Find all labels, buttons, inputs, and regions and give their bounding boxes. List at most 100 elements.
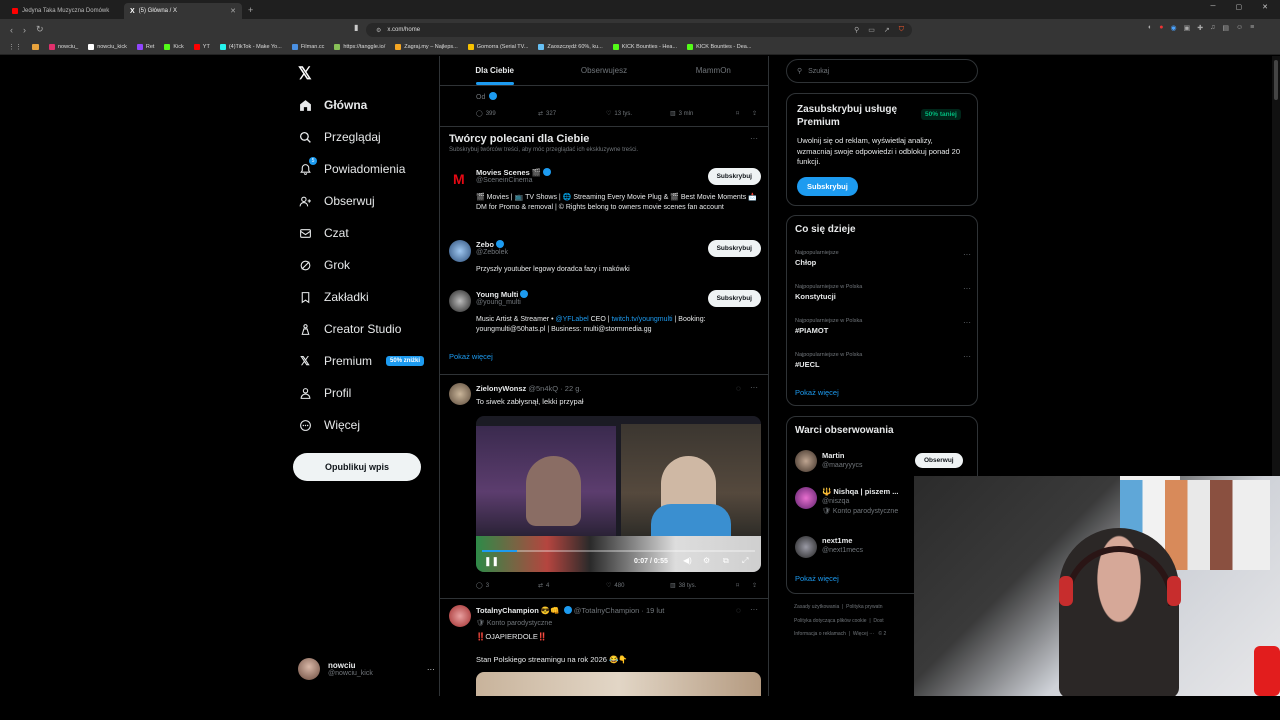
tab-for-you[interactable]: Dla Ciebie [440,56,549,85]
post-time[interactable]: · 19 lut [641,606,664,615]
footer-link[interactable]: Informacja o reklamach [794,631,846,637]
music-icon[interactable]: ♫ [1210,24,1215,32]
close-tab-icon[interactable]: ✕ [230,7,236,15]
share-button[interactable]: ⇪ [752,110,757,117]
trend-item[interactable]: Najpopularniejsze w Polska #PIAMOT ··· [795,318,971,335]
nav-item-premium[interactable]: 𝕏 Premium 50% zniżki [298,354,425,368]
follow-button[interactable]: Obserwuj [915,453,963,468]
nav-item-chat[interactable]: Czat [298,226,349,240]
share-button[interactable]: ⇪ [752,582,757,589]
bookmark-item[interactable]: Ret [136,44,154,50]
extension-icon[interactable]: ▣ [1184,24,1191,32]
footer-link[interactable]: Dost [873,618,883,624]
nav-item-more[interactable]: Więcej [298,418,360,432]
creators-more-icon[interactable]: ··· [750,134,758,143]
footer-link[interactable]: Zasady użytkowania [794,604,839,610]
reload-icon[interactable]: ↻ [36,24,44,35]
share-icon[interactable]: ↗ [884,26,890,34]
repost-button[interactable]: ⇄ 4 [538,582,606,590]
account-more-icon[interactable]: ··· [427,665,435,674]
search-input[interactable]: ⚲ Szukaj [786,59,978,83]
nav-item-explore[interactable]: Przeglądaj [298,130,381,144]
nav-item-bookmarks[interactable]: Zakładki [298,290,369,304]
screen-icon[interactable]: ▭ [868,26,875,34]
follow-suggestion[interactable]: 🔱 Nishqa | piszem ... @niszqa 🛡 Konto pa… [822,487,898,515]
fullscreen-icon[interactable]: ⤢ [742,556,748,566]
minimize-icon[interactable]: ─ [1211,3,1216,11]
pause-icon[interactable]: ❚❚ [484,556,499,567]
show-more-link[interactable]: Pokaż więcej [449,352,493,361]
bio-url-link[interactable]: twitch.tv/youngmulti [611,316,672,323]
url-bar[interactable]: ⚙ x.com/home ⚲ ▭ ↗ ⛉ [366,23,912,37]
trend-more-icon[interactable]: ··· [963,250,971,259]
bio-mention-link[interactable]: @YFLabel [555,316,588,323]
nav-item-creator-studio[interactable]: Creator Studio [298,322,401,336]
post-author-handle[interactable]: @TotalnyChampion [574,606,640,615]
premium-subscribe-button[interactable]: Subskrybuj [797,177,858,196]
shield-icon[interactable]: ⛉ [899,26,904,34]
like-button[interactable]: ♡ 480 [606,582,670,590]
bookmark-item[interactable]: Zagraj.my – Najleps... [395,44,458,50]
zoom-icon[interactable]: ⚲ [854,26,859,34]
avatar[interactable] [449,383,471,405]
footer-link[interactable]: Polityka dotycząca plików cookie [794,618,867,624]
trend-item[interactable]: Najpopularniejsze Chłop ··· [795,250,971,267]
video-player[interactable]: ❚❚ 0:07 / 0:55 ◀) ⚙ ⧉ ⤢ [476,416,761,572]
subscribe-button[interactable]: Subskrybuj [707,240,761,257]
bookmark-item[interactable]: (4)TikTok - Make Yo... [219,44,282,50]
post-author-name[interactable]: ZielonyWonsz [476,384,526,393]
back-icon[interactable]: ‹ [10,25,13,35]
views-button[interactable]: ▥ 38 tys. [670,582,736,590]
avatar[interactable] [795,450,817,472]
nav-item-grok[interactable]: Grok [298,258,350,272]
post-more-icon[interactable]: ··· [750,605,758,614]
trends-show-more-link[interactable]: Pokaż więcej [795,388,839,397]
extension-icon[interactable]: ◐ [1148,24,1152,32]
new-tab-button[interactable]: + [248,5,253,15]
extensions-puzzle-icon[interactable]: ✚ [1197,24,1203,32]
video-progress-track[interactable] [482,550,755,552]
post-author-handle[interactable]: @5n4kQ [528,384,558,393]
pip-icon[interactable]: ⧉ [723,556,729,566]
footer-link[interactable]: Więcej ··· [853,631,874,637]
footer-link[interactable]: Polityka prywatn [846,604,882,610]
forward-icon[interactable]: › [23,25,26,35]
folder-icon[interactable] [32,44,39,50]
tab-following[interactable]: Obserwujesz [549,56,658,85]
trend-more-icon[interactable]: ··· [963,318,971,327]
follow-show-more-link[interactable]: Pokaż więcej [795,574,839,583]
nav-item-profile[interactable]: Profil [298,386,351,400]
post-button[interactable]: Opublikuj wpis [293,453,421,481]
browser-tab-youtube[interactable]: Jedyna Taka Muzyczna Domówk [6,3,124,19]
grok-post-icon[interactable]: ◌ [736,384,741,393]
follow-suggestion[interactable]: Martin @maaryyycs [822,451,863,469]
reply-button[interactable]: ◯ 3 [476,582,538,590]
like-button[interactable]: ♡ 13 tys. [606,110,670,118]
post-time[interactable]: · 22 g. [560,384,581,393]
footer-link[interactable]: © 2 [878,631,886,637]
bookmark-item[interactable]: YT [193,44,210,50]
post-media[interactable] [476,672,761,696]
avatar[interactable] [449,605,471,627]
profile-icon[interactable]: ☺ [1236,24,1243,32]
apps-icon[interactable]: ⋮⋮ [8,43,22,51]
bookmark-item[interactable]: nowciu_kick [88,44,127,50]
subscribe-button[interactable]: Subskrybuj [707,290,761,307]
maximize-icon[interactable]: ▢ [1236,3,1243,11]
scrollbar-thumb[interactable] [1274,60,1278,100]
post-more-icon[interactable]: ··· [750,383,758,392]
subscribe-button[interactable]: Subskrybuj [707,168,761,185]
avatar[interactable] [795,536,817,558]
nav-item-follow[interactable]: Obserwuj [298,194,375,208]
settings-icon[interactable]: ⚙ [703,556,710,565]
bookmark-item[interactable]: Filman.cc [291,44,324,50]
tab-list[interactable]: MammOn [659,56,768,85]
menu-icon[interactable]: ≡ [1250,24,1254,32]
reply-button[interactable]: ◯ 399 [476,110,538,118]
grok-post-icon[interactable]: ◌ [736,606,741,615]
site-info-icon[interactable]: ⚙ [376,27,381,34]
bookmark-button[interactable]: ⌑ [736,582,752,589]
follow-suggestion[interactable]: next1me @next1mecs [822,536,863,554]
avatar[interactable] [795,487,817,509]
sidebar-icon[interactable]: ▤ [1222,24,1229,32]
